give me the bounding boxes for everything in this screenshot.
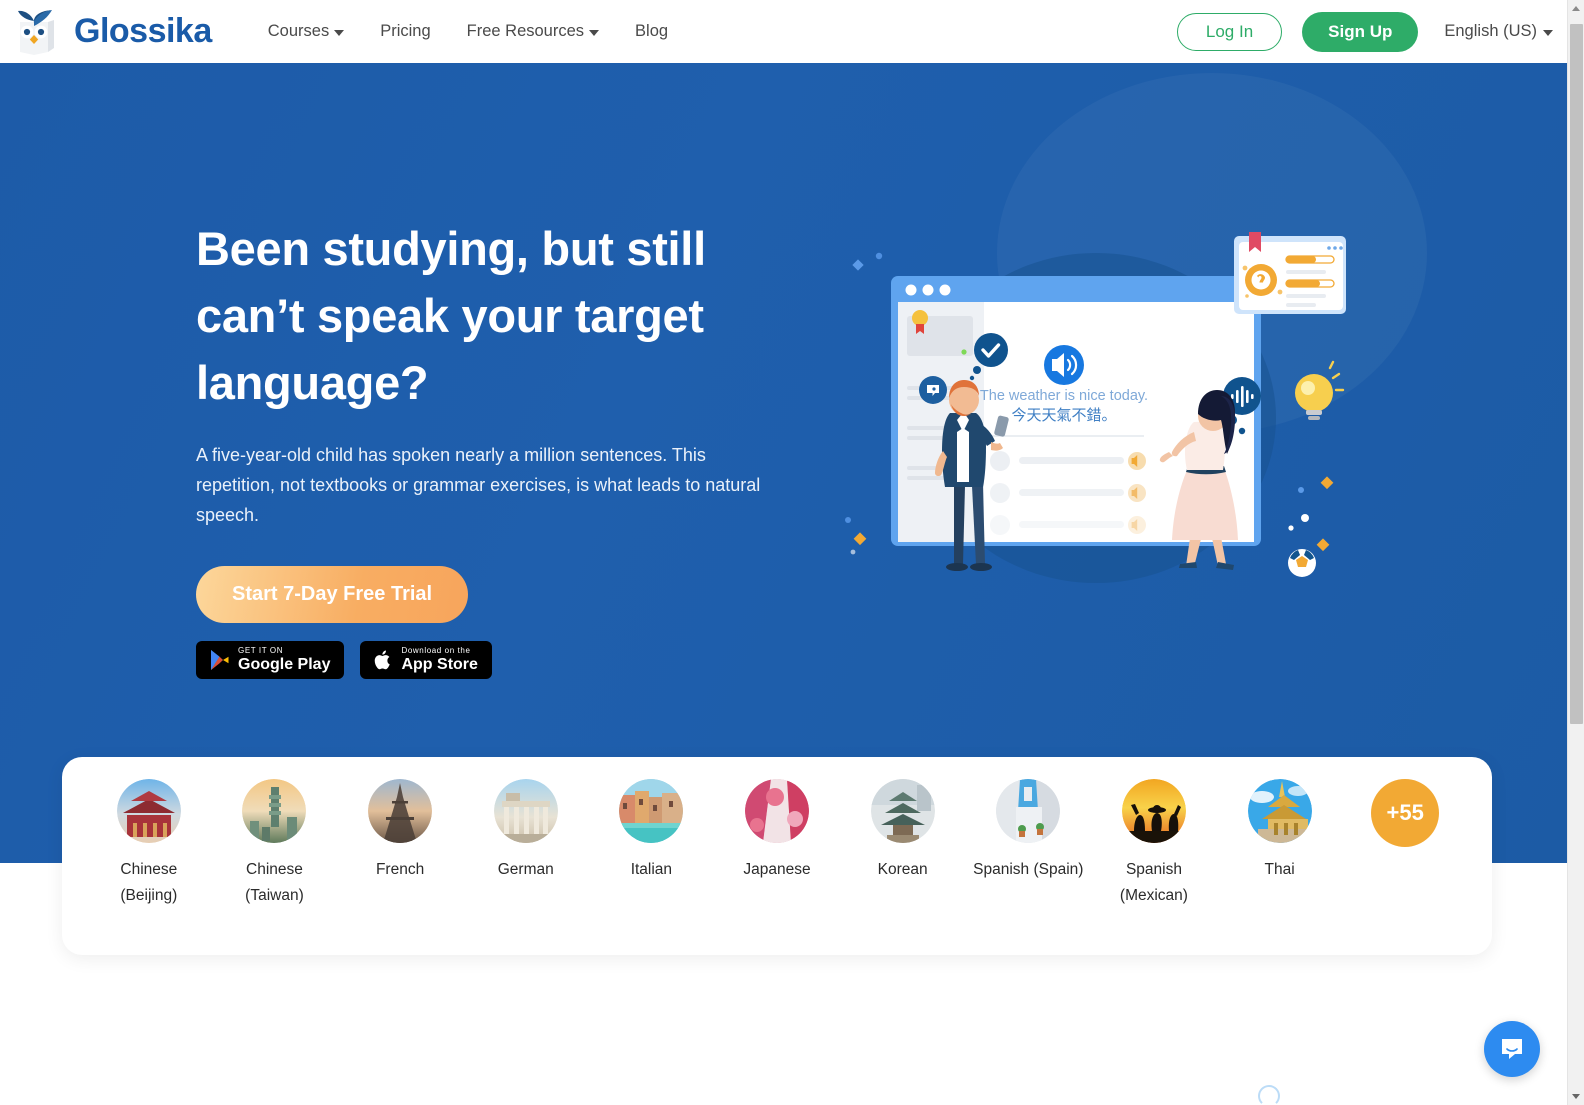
nav-item-courses[interactable]: Courses <box>250 22 362 41</box>
eiffel-tower-photo <box>368 779 433 843</box>
chevron-down-icon <box>589 29 600 36</box>
taipei-skyline-photo <box>242 779 307 843</box>
nav-item-blog[interactable]: Blog <box>617 22 686 41</box>
app-store-top-label: Download on the <box>401 646 471 655</box>
language-item-chinese-beijing[interactable]: Chinese (Beijing) <box>86 779 212 909</box>
language-label: Chinese (Beijing) <box>120 861 178 904</box>
main-nav: Courses Pricing Free Resources Blog <box>250 22 686 41</box>
thai-temple-photo <box>1247 779 1312 843</box>
scrollbar-thumb[interactable] <box>1570 24 1583 724</box>
language-label: Spanish (Mexican) <box>1119 861 1188 904</box>
loading-spinner <box>1258 1085 1280 1105</box>
nav-item-free-resources[interactable]: Free Resources <box>449 22 617 41</box>
language-item-spanish-mexican[interactable]: Spanish (Mexican) <box>1091 779 1217 909</box>
language-label: Thai <box>1264 861 1295 878</box>
nav-label-pricing: Pricing <box>380 22 431 40</box>
page-root: Glossika Courses Pricing Free Resources … <box>0 0 1584 1105</box>
header-actions: Log In Sign Up English (US) <box>1176 11 1553 52</box>
site-header: Glossika Courses Pricing Free Resources … <box>0 0 1567 63</box>
language-item-more[interactable]: +55 <box>1342 779 1468 847</box>
language-item-korean[interactable]: Korean <box>840 779 966 883</box>
kimono-photo <box>745 779 810 843</box>
apple-icon <box>375 650 391 670</box>
more-languages-badge: +55 <box>1371 779 1440 847</box>
app-store-bottom-label: App Store <box>401 656 478 673</box>
language-item-italian[interactable]: Italian <box>589 779 715 883</box>
language-item-japanese[interactable]: Japanese <box>714 779 840 883</box>
chevron-down-icon <box>1543 29 1553 36</box>
language-label: Korean <box>877 861 928 878</box>
nav-label-free-resources: Free Resources <box>466 22 585 40</box>
login-button[interactable]: Log In <box>1176 12 1283 51</box>
beijing-temple-photo <box>116 779 181 843</box>
language-item-chinese-taiwan[interactable]: Chinese (Taiwan) <box>212 779 338 909</box>
hero-copy: Been studying, but still can’t speak you… <box>196 215 796 679</box>
language-selector[interactable]: English (US) <box>1444 22 1553 41</box>
page-scrollbar[interactable] <box>1567 0 1584 1105</box>
chevron-down-icon <box>334 29 345 36</box>
language-selector-label: English (US) <box>1444 22 1537 40</box>
language-item-thai[interactable]: Thai <box>1217 779 1343 883</box>
hero-section: Been studying, but still can’t speak you… <box>0 63 1567 863</box>
language-list: Chinese (Beijing) Chinese (Taiwan) Frenc… <box>62 757 1492 909</box>
google-play-icon <box>211 650 229 670</box>
hero-title: Been studying, but still can’t speak you… <box>196 222 706 409</box>
chat-widget-button[interactable] <box>1484 1021 1540 1077</box>
language-carousel-card: Chinese (Beijing) Chinese (Taiwan) Frenc… <box>62 757 1492 955</box>
signup-button[interactable]: Sign Up <box>1302 11 1419 52</box>
app-store-badge[interactable]: Download on the App Store <box>360 641 492 679</box>
mariachi-sunset-photo <box>1121 779 1186 843</box>
language-item-spanish-spain[interactable]: Spanish (Spain) <box>965 779 1091 883</box>
language-item-french[interactable]: French <box>337 779 463 883</box>
brand-logo[interactable]: Glossika <box>14 8 212 56</box>
language-label: Chinese (Taiwan) <box>245 861 304 904</box>
language-label: French <box>375 861 425 878</box>
spanish-alley-photo <box>996 779 1061 843</box>
owl-logo-icon <box>18 9 54 55</box>
google-play-top-label: GET IT ON <box>238 646 284 655</box>
google-play-bottom-label: Google Play <box>238 656 331 673</box>
scroll-up-arrow-icon[interactable] <box>1568 0 1584 17</box>
korean-pagoda-photo <box>870 779 935 843</box>
nav-label-blog: Blog <box>635 22 669 40</box>
nav-label-courses: Courses <box>267 22 330 40</box>
hero-subtitle: A five-year-old child has spoken nearly … <box>196 445 761 525</box>
svg-text:The weather is nice today.: The weather is nice today. <box>980 388 1148 404</box>
brandenburg-gate-photo <box>493 779 558 843</box>
google-play-badge[interactable]: GET IT ON Google Play <box>196 641 345 679</box>
intercom-chat-icon <box>1502 1039 1522 1059</box>
app-store-badges: GET IT ON Google Play Download on the Ap… <box>196 641 796 679</box>
nav-item-pricing[interactable]: Pricing <box>362 22 448 41</box>
svg-text:今天天氣不錯。: 今天天氣不錯。 <box>1011 406 1116 424</box>
language-label: Spanish (Spain) <box>973 861 1084 878</box>
language-label: Italian <box>630 861 673 878</box>
start-free-trial-button[interactable]: Start 7-Day Free Trial <box>196 566 469 623</box>
brand-name: Glossika <box>74 12 212 50</box>
language-label: German <box>497 861 554 878</box>
language-label: Japanese <box>743 861 811 878</box>
scroll-down-arrow-icon[interactable] <box>1568 1088 1584 1105</box>
venice-canal-photo <box>619 779 684 843</box>
hero-illustration: The weather is nice today. 今天天氣不錯。 <box>845 232 1346 583</box>
language-item-german[interactable]: German <box>463 779 589 883</box>
